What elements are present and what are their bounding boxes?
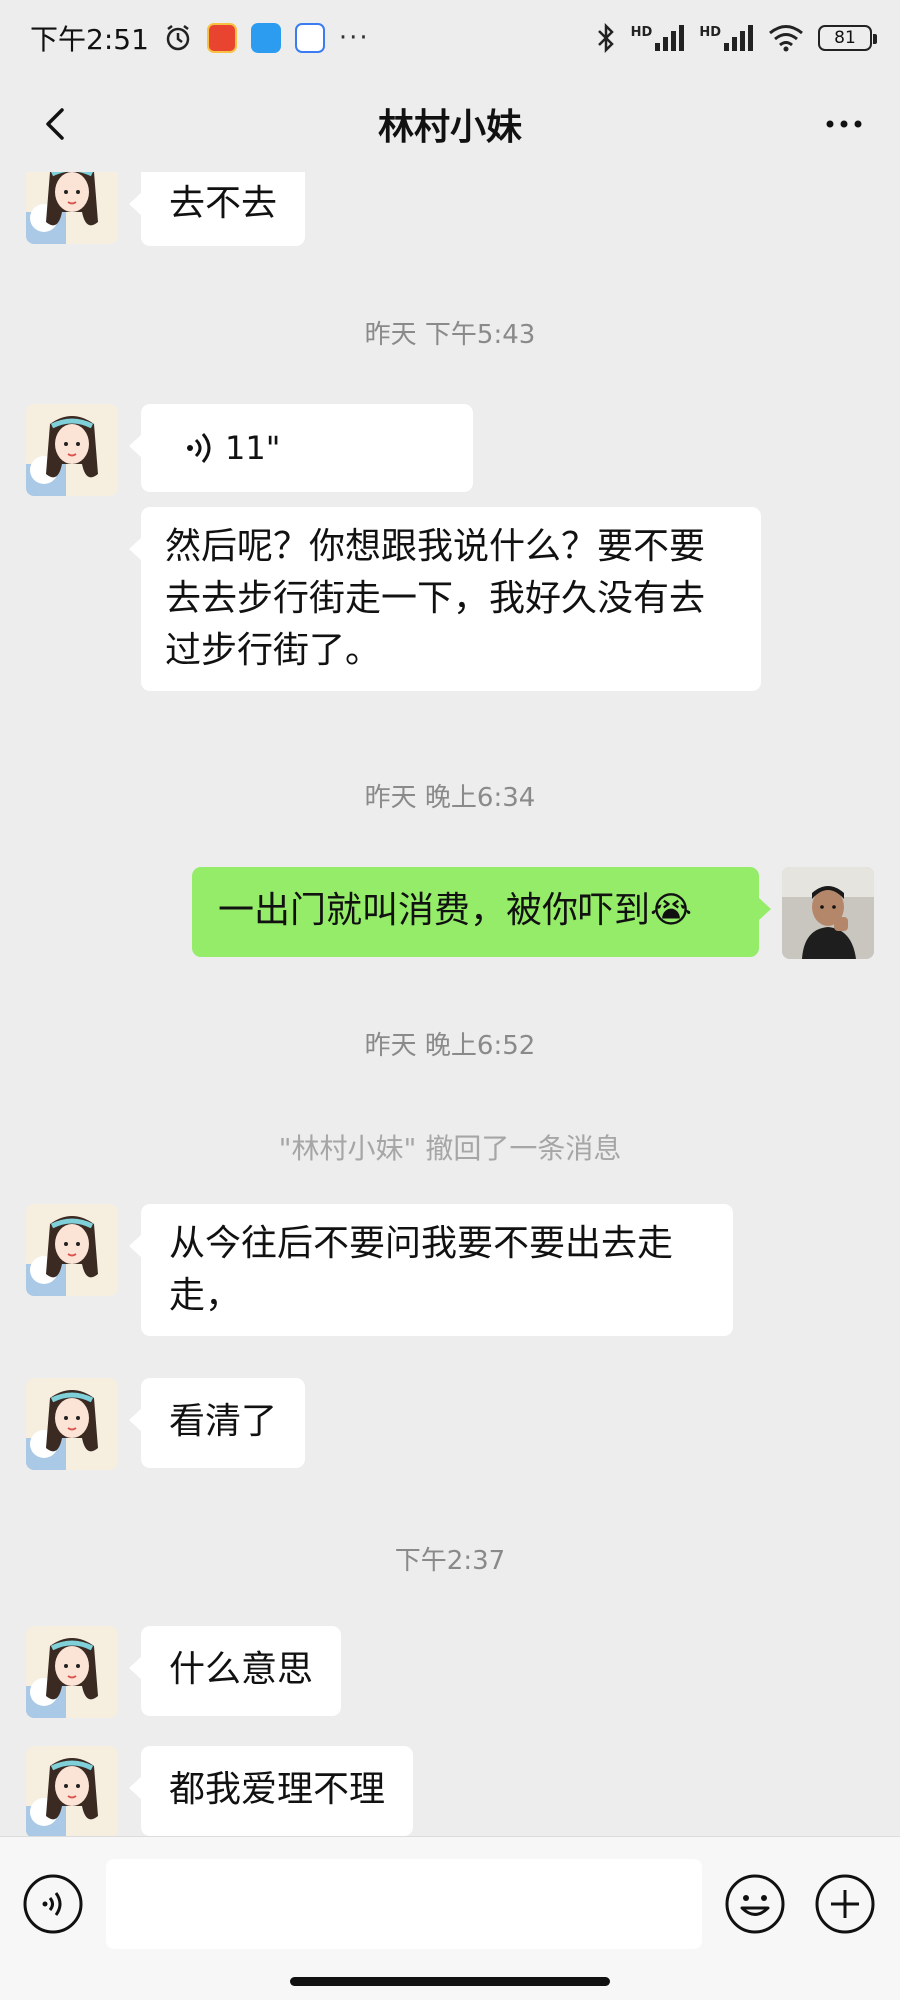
timestamp: 下午2:37 <box>394 1546 506 1576</box>
timestamp: 昨天 晚上6:34 <box>364 783 536 813</box>
message-bubble[interactable]: 从今往后不要问我要不要出去走走， <box>129 1204 733 1336</box>
contact-avatar[interactable] <box>26 1626 118 1718</box>
contact-avatar[interactable] <box>26 1378 118 1470</box>
message-text: 都我爱理不理 <box>169 1769 386 1810</box>
message-text: 看清了 <box>169 1401 278 1442</box>
voice-input-icon[interactable] <box>22 1873 84 1935</box>
status-time: 下午2:51 <box>30 23 149 56</box>
more-options-icon[interactable] <box>818 98 870 150</box>
contact-avatar[interactable] <box>26 404 118 496</box>
message-bubble[interactable]: 什么意思 <box>128 1626 342 1716</box>
add-icon[interactable] <box>814 1873 876 1935</box>
battery-indicator: 81 <box>818 25 877 51</box>
message-input[interactable] <box>106 1859 702 1949</box>
voice-message-bubble[interactable]: 11" <box>129 404 473 492</box>
message-text: 从今往后不要问我要不要出去走走， <box>169 1223 674 1316</box>
shopping-app-icon <box>206 23 237 53</box>
contact-avatar-image <box>26 1204 118 1296</box>
message-bubble[interactable]: 都我爱理不理 <box>128 1746 414 1836</box>
self-avatar[interactable] <box>782 867 874 959</box>
status-right: HD HD 81 <box>595 23 877 53</box>
paw-app-icon <box>294 23 325 53</box>
contact-avatar[interactable] <box>26 1746 118 1836</box>
message-bubble[interactable]: 看清了 <box>128 1378 306 1468</box>
status-bar: 下午2:51 ··· HD HD 81 <box>0 0 900 76</box>
chat-title: 林村小妹 <box>377 107 522 148</box>
self-avatar-image <box>782 867 874 959</box>
chat-messages[interactable]: 去不去 昨天 下午5:43 11" 然后呢？你想跟我说什么？要不要去去步行街走一… <box>0 172 900 1836</box>
message-bubble[interactable]: 然后呢？你想跟我说什么？要不要去去步行街走一下，我好久没有去过步行街了。 <box>129 507 761 691</box>
message-text: 去不去 <box>169 183 278 224</box>
contact-avatar-image <box>26 404 118 496</box>
chat-header: 林村小妹 <box>0 76 900 172</box>
recall-notice: "林村小妹" 撤回了一条消息 <box>278 1132 622 1165</box>
signal-1: HD <box>631 25 686 51</box>
message-app-icon <box>250 23 281 53</box>
cell-signal-icon <box>655 25 685 51</box>
home-indicator[interactable] <box>290 1977 610 1986</box>
cell-signal-icon <box>724 25 753 51</box>
wifi-icon <box>769 25 803 52</box>
voice-message: 11" <box>169 422 445 474</box>
signal-2-label: HD <box>699 25 721 40</box>
voice-duration: 11" <box>225 429 281 467</box>
emoji-icon[interactable] <box>724 1873 786 1935</box>
signal-2: HD <box>699 25 754 51</box>
message-bubble[interactable]: 去不去 <box>128 172 306 246</box>
alarm-icon <box>166 25 190 51</box>
message-text: 一出门就叫消费，被你吓到😭 <box>218 890 693 931</box>
contact-avatar[interactable] <box>26 1204 118 1296</box>
message-bubble-self[interactable]: 一出门就叫消费，被你吓到😭 <box>192 867 771 957</box>
signal-1-label: HD <box>630 25 653 40</box>
status-left: 下午2:51 ··· <box>30 18 370 58</box>
back-icon[interactable] <box>30 98 82 150</box>
voice-wave-icon <box>187 433 211 463</box>
contact-avatar-image <box>26 1746 118 1836</box>
more-notifications-icon: ··· <box>338 23 370 53</box>
contact-avatar-image <box>26 1626 118 1718</box>
message-text: 什么意思 <box>169 1649 314 1690</box>
message-text: 然后呢？你想跟我说什么？要不要去去步行街走一下，我好久没有去过步行街了。 <box>165 526 706 671</box>
contact-avatar[interactable] <box>26 172 118 244</box>
input-bar <box>0 1836 900 2000</box>
bluetooth-icon <box>597 23 614 53</box>
timestamp: 昨天 晚上6:52 <box>364 1031 536 1061</box>
contact-avatar-image <box>26 172 118 244</box>
contact-avatar-image <box>26 1378 118 1470</box>
timestamp: 昨天 下午5:43 <box>364 320 536 350</box>
